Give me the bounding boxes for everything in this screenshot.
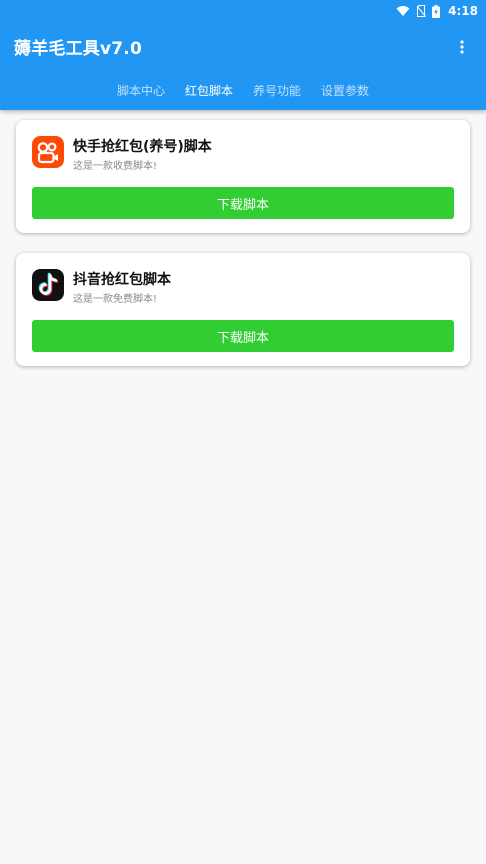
tab-bar: 脚本中心 红包脚本 养号功能 设置参数 [0,80,486,102]
card-subtitle: 这是一款收费脚本! [73,161,158,172]
page-title: 薅羊毛工具v7.0 [14,39,142,59]
more-vertical-icon [460,40,464,54]
tab-settings[interactable]: 设置参数 [321,80,369,102]
douyin-icon [32,269,64,301]
sim-no-signal-icon [416,5,427,17]
card-subtitle: 这是一款免费脚本! [73,294,158,305]
script-card-douyin: 抖音抢红包脚本 这是一款免费脚本! 下载脚本 [16,253,470,366]
app-bar: 4:18 薅羊毛工具v7.0 脚本中心 红包脚本 养号功能 设置参数 [0,0,486,110]
overflow-menu-button[interactable] [452,36,472,58]
tab-account-nurturing[interactable]: 养号功能 [253,80,301,102]
battery-charging-icon [432,4,441,18]
tab-script-center[interactable]: 脚本中心 [117,80,165,102]
status-time: 4:18 [448,4,478,18]
tab-red-packet-scripts[interactable]: 红包脚本 [185,80,233,102]
kuaishou-icon [32,136,64,168]
script-card-kuaishou: 快手抢红包(养号)脚本 这是一款收费脚本! 下载脚本 [16,120,470,233]
card-title: 抖音抢红包脚本 [73,272,171,288]
download-script-button[interactable]: 下载脚本 [32,320,454,352]
wifi-icon [396,6,410,16]
card-title: 快手抢红包(养号)脚本 [73,139,212,155]
download-script-button[interactable]: 下载脚本 [32,187,454,219]
status-bar: 4:18 [0,0,486,22]
